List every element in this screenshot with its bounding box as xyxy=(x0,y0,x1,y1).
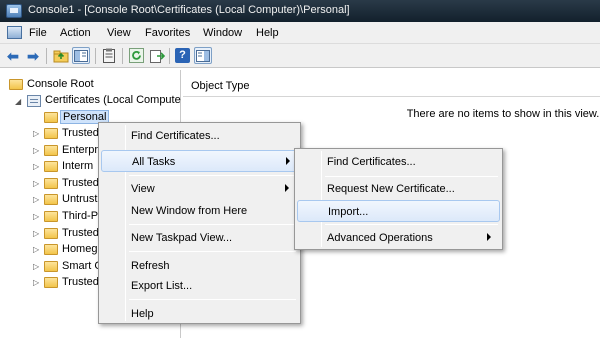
submenu-arrow-icon xyxy=(285,184,289,192)
tree-node-enterprise[interactable]: Enterpr xyxy=(44,143,100,159)
menu-separator xyxy=(129,251,296,252)
refresh-icon[interactable] xyxy=(127,47,145,64)
mmc-app-icon xyxy=(6,4,22,18)
folder-icon xyxy=(44,128,58,139)
folder-icon xyxy=(44,277,58,288)
expand-arrow-icon[interactable]: ▷ xyxy=(33,262,41,272)
menu-item-export-list[interactable]: Export List... xyxy=(101,275,298,297)
menu-file[interactable]: File xyxy=(29,27,47,39)
submenu-item-advanced-operations[interactable]: Advanced Operations xyxy=(297,227,500,249)
submenu-arrow-icon xyxy=(487,233,491,241)
menu-item-refresh[interactable]: Refresh xyxy=(101,255,298,277)
expand-arrow-icon[interactable]: ▷ xyxy=(33,245,41,255)
toolbar: ⬅ ➡ ? xyxy=(0,44,600,68)
tree-node-smart-card[interactable]: Smart C xyxy=(44,259,100,275)
collapse-arrow-icon[interactable]: ◢ xyxy=(15,97,23,107)
menu-help[interactable]: Help xyxy=(256,27,279,39)
tree-node-trusted-people[interactable]: Trusted xyxy=(44,226,100,242)
expand-arrow-icon[interactable]: ▷ xyxy=(33,278,41,288)
empty-list-message: There are no items to show in this view. xyxy=(406,108,600,120)
window-title: Console1 - [Console Root\Certificates (L… xyxy=(28,4,350,16)
tree-node-trusted-publishers[interactable]: Trusted xyxy=(44,176,100,192)
menu-item-help[interactable]: Help xyxy=(101,303,298,325)
submenu-item-request-certificate[interactable]: Request New Certificate... xyxy=(297,178,500,200)
menu-separator xyxy=(129,299,296,300)
folder-icon xyxy=(44,228,58,239)
export-icon[interactable] xyxy=(148,47,166,64)
back-arrow-icon[interactable]: ⬅ xyxy=(4,47,22,64)
menu-favorites[interactable]: Favorites xyxy=(145,27,190,39)
folder-icon xyxy=(44,145,58,156)
folder-icon xyxy=(9,79,23,90)
menu-separator xyxy=(129,224,296,225)
certificate-snapin-icon xyxy=(27,95,41,107)
forward-arrow-icon[interactable]: ➡ xyxy=(24,47,42,64)
folder-icon xyxy=(44,161,58,172)
menu-item-view[interactable]: View xyxy=(101,178,298,200)
menu-window[interactable]: Window xyxy=(203,27,242,39)
menu-separator xyxy=(325,224,498,225)
menu-item-find-certificates[interactable]: Find Certificates... xyxy=(101,125,298,147)
console-doc-icon[interactable] xyxy=(7,26,22,39)
toolbar-separator xyxy=(169,48,170,64)
menu-bar: File Action View Favorites Window Help xyxy=(0,22,600,44)
help-icon[interactable]: ? xyxy=(175,48,190,63)
folder-icon xyxy=(44,112,58,123)
toolbar-separator xyxy=(95,48,96,64)
folder-icon xyxy=(44,178,58,189)
title-bar: Console1 - [Console Root\Certificates (L… xyxy=(0,0,600,22)
expand-arrow-icon[interactable]: ▷ xyxy=(33,195,41,205)
folder-icon xyxy=(44,261,58,272)
submenu-item-find-certificates[interactable]: Find Certificates... xyxy=(297,151,500,173)
expand-arrow-icon[interactable]: ▷ xyxy=(33,146,41,156)
show-tree-icon[interactable] xyxy=(72,47,90,64)
folder-icon xyxy=(44,194,58,205)
action-pane-icon[interactable] xyxy=(194,47,212,64)
tree-node-certificates[interactable]: Certificates (Local Compute xyxy=(27,93,181,109)
toolbar-separator xyxy=(122,48,123,64)
tree-node-trusted-devices[interactable]: Trusted xyxy=(44,275,100,291)
all-tasks-submenu: Find Certificates... Request New Certifi… xyxy=(294,148,503,250)
expand-arrow-icon[interactable]: ▷ xyxy=(33,229,41,239)
tree-node-console-root[interactable]: Console Root xyxy=(9,77,179,93)
submenu-arrow-icon xyxy=(286,157,290,165)
expand-arrow-icon[interactable]: ▷ xyxy=(33,212,41,222)
tree-node-intermediate[interactable]: Interm xyxy=(44,159,100,175)
tree-node-untrusted[interactable]: Untrust xyxy=(44,192,100,208)
properties-icon[interactable] xyxy=(100,47,118,64)
menu-item-new-window[interactable]: New Window from Here xyxy=(101,200,298,222)
menu-separator xyxy=(129,175,296,176)
folder-icon xyxy=(44,211,58,222)
toolbar-separator xyxy=(46,48,47,64)
expand-arrow-icon[interactable]: ▷ xyxy=(33,179,41,189)
up-folder-icon[interactable] xyxy=(52,47,70,64)
submenu-item-import[interactable]: Import... xyxy=(297,200,500,222)
menu-view[interactable]: View xyxy=(107,27,131,39)
column-header-object-type[interactable]: Object Type xyxy=(183,75,600,97)
expand-arrow-icon[interactable]: ▷ xyxy=(33,162,41,172)
expand-arrow-icon[interactable]: ▷ xyxy=(33,129,41,139)
context-menu: Find Certificates... All Tasks View New … xyxy=(98,122,301,324)
folder-icon xyxy=(44,244,58,255)
menu-action[interactable]: Action xyxy=(60,27,91,39)
tree-node-trusted-root[interactable]: Trusted xyxy=(44,126,100,142)
menu-item-new-taskpad[interactable]: New Taskpad View... xyxy=(101,227,298,249)
tree-node-homegroup[interactable]: Homeg xyxy=(44,242,100,258)
tree-node-third-party[interactable]: Third-P xyxy=(44,209,100,225)
menu-separator xyxy=(325,176,498,177)
menu-item-all-tasks[interactable]: All Tasks xyxy=(101,150,298,172)
